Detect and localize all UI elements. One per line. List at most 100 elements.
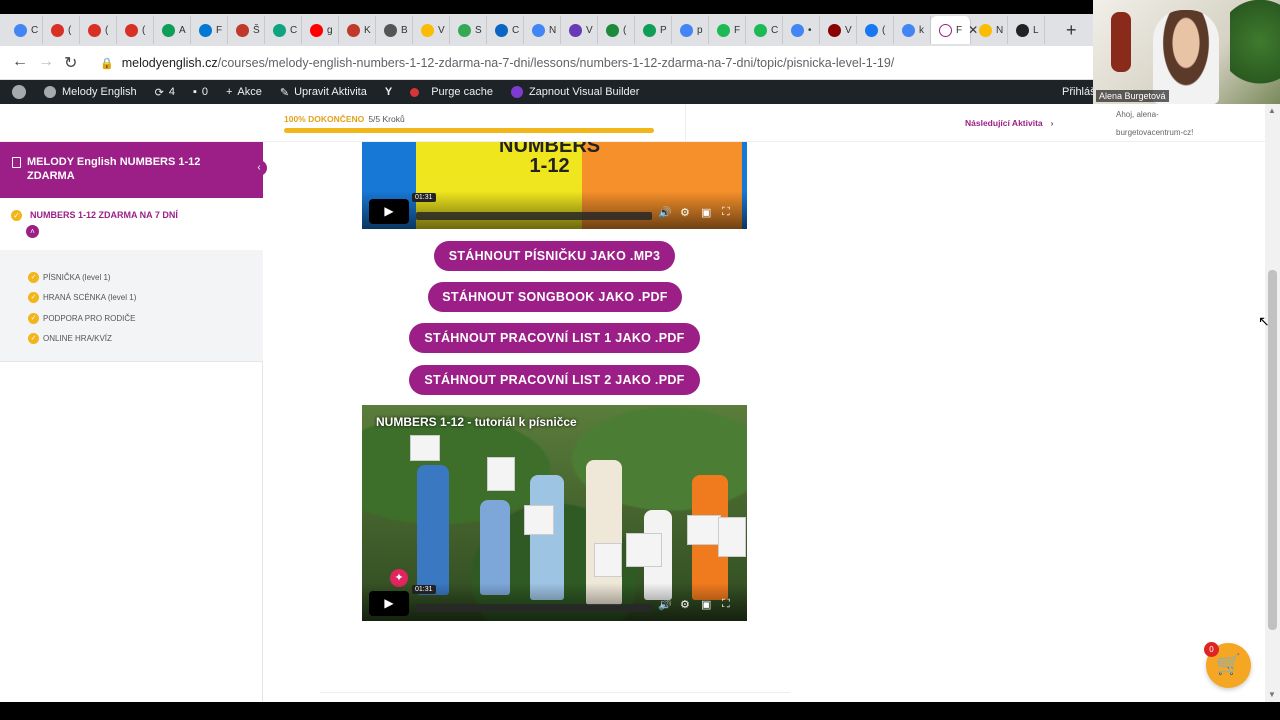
url-path: /courses/melody-english-numbers-1-12-zda… xyxy=(217,56,895,70)
volume-icon[interactable]: 🔊 xyxy=(658,206,672,219)
download-songbook-button[interactable]: STÁHNOUT SONGBOOK JAKO .PDF xyxy=(428,282,682,312)
progress-status: 100% DOKONČENO 5/5 Kroků xyxy=(284,114,405,124)
tab-favicon-icon xyxy=(680,23,693,37)
browser-tab[interactable]: ( xyxy=(117,16,154,44)
video-controls: 01:31 ▶ 🔊 ⚙ ▣ ⛶ xyxy=(362,583,747,621)
pip-icon[interactable]: ▣ xyxy=(701,598,711,611)
next-activity-link[interactable]: Následující Aktivita › xyxy=(965,118,1053,128)
tab-label: ( xyxy=(882,24,886,36)
site-name-link[interactable]: Melody English xyxy=(44,86,137,98)
browser-tab[interactable]: V xyxy=(413,16,450,44)
play-button[interactable]: ▶ xyxy=(369,591,409,616)
seek-bar[interactable] xyxy=(416,212,652,220)
browser-tab[interactable]: L xyxy=(1008,16,1045,44)
browser-tab[interactable]: • xyxy=(783,16,820,44)
song-video-player[interactable]: NUMBERS 1-12 01:31 ▶ 🔊 ⚙ ▣ ⛶ xyxy=(362,142,747,229)
browser-tab[interactable]: F xyxy=(709,16,746,44)
browser-tab[interactable]: A xyxy=(154,16,191,44)
browser-tab[interactable]: C xyxy=(487,16,524,44)
number-card xyxy=(687,515,721,545)
course-title-link[interactable]: MELODY English NUMBERS 1-12 ZDARMA xyxy=(0,142,263,198)
progress-label: 100% DOKONČENO xyxy=(284,114,365,124)
browser-tab[interactable]: Š xyxy=(228,16,265,44)
tab-label: F xyxy=(734,24,741,36)
settings-icon[interactable]: ⚙ xyxy=(680,206,690,219)
tab-label: C xyxy=(512,24,520,36)
tutorial-video-player[interactable]: NUMBERS 1-12 - tutoriál k písničce ✦ 01:… xyxy=(362,405,747,621)
download-worksheet-1-button[interactable]: STÁHNOUT PRACOVNÍ LIST 1 JAKO .PDF xyxy=(409,323,700,353)
edit-activity-link[interactable]: ✎ Upravit Aktivita xyxy=(280,86,367,99)
purge-cache-link[interactable]: Purge cache xyxy=(410,86,493,98)
new-tab-button[interactable]: + xyxy=(1066,20,1077,41)
number-card xyxy=(410,435,440,461)
browser-tab[interactable]: N xyxy=(524,16,561,44)
number-card xyxy=(718,517,746,557)
play-button[interactable]: ▶ xyxy=(369,199,409,224)
cart-icon: 🛒 xyxy=(1216,654,1241,676)
webcam-overlay: Alena Burgetová xyxy=(1093,0,1280,104)
browser-tab[interactable]: F ✕ xyxy=(931,16,978,44)
pencil-icon: ✎ xyxy=(279,86,290,99)
browser-tab[interactable]: ( xyxy=(80,16,117,44)
tab-favicon-icon xyxy=(495,23,508,37)
wordpress-logo-icon[interactable] xyxy=(12,85,26,99)
fullscreen-icon[interactable]: ⛶ xyxy=(722,598,730,611)
browser-tab[interactable]: C xyxy=(746,16,783,44)
yoast-icon[interactable]: Y xyxy=(385,86,392,98)
forward-icon[interactable]: → xyxy=(38,53,54,71)
tab-label: p xyxy=(697,24,703,36)
topic-item[interactable]: ✓ PÍSNIČKA (level 1) xyxy=(0,267,263,288)
scroll-down-icon[interactable]: ▼ xyxy=(1268,690,1276,699)
browser-tab[interactable]: N xyxy=(971,16,1008,44)
browser-tab[interactable]: C xyxy=(6,16,43,44)
browser-tab[interactable]: P xyxy=(635,16,672,44)
topic-item[interactable]: ✓ PODPORA PRO RODIČE xyxy=(0,308,263,329)
browser-tab[interactable]: ( xyxy=(598,16,635,44)
progress-bar xyxy=(284,128,654,133)
topic-label: PODPORA PRO RODIČE xyxy=(43,313,136,323)
check-icon: ✓ xyxy=(11,210,22,221)
tab-favicon-icon xyxy=(643,23,656,37)
browser-tab[interactable]: K xyxy=(339,16,376,44)
child-figure xyxy=(417,465,449,595)
seek-bar[interactable] xyxy=(416,604,652,612)
volume-icon[interactable]: 🔊 xyxy=(658,598,672,611)
lesson-title: NUMBERS 1-12 ZDARMA NA 7 DNÍ xyxy=(30,210,178,220)
topic-item[interactable]: ✓ ONLINE HRA/KVÍZ xyxy=(0,329,263,350)
browser-tab[interactable]: V xyxy=(820,16,857,44)
fullscreen-icon[interactable]: ⛶ xyxy=(722,206,730,219)
reload-icon[interactable]: ↻ xyxy=(64,53,77,73)
lesson-expand-button[interactable]: ˄ xyxy=(26,225,39,238)
url-field[interactable]: 🔒 melodyenglish.cz/courses/melody-englis… xyxy=(100,53,894,73)
tab-favicon-icon xyxy=(51,23,64,37)
tab-favicon-icon xyxy=(569,23,582,37)
browser-tab[interactable]: k xyxy=(894,16,931,44)
updates-link[interactable]: ⟳ 4 xyxy=(155,86,175,99)
browser-tab[interactable]: V xyxy=(561,16,598,44)
comments-link[interactable]: ▪ 0 xyxy=(193,86,208,98)
account-link[interactable]: Přihláš xyxy=(1062,86,1096,98)
sidebar-collapse-button[interactable]: ‹ xyxy=(251,160,267,176)
browser-tab[interactable]: g xyxy=(302,16,339,44)
browser-tab[interactable]: ( xyxy=(857,16,894,44)
wp-admin-bar: Melody English ⟳ 4 ▪ 0 + Akce ✎ Upravit Akti… xyxy=(0,80,1280,104)
topic-item[interactable]: ✓ HRANÁ SCÉNKA (level 1) xyxy=(0,288,263,309)
visual-builder-link[interactable]: Zapnout Visual Builder xyxy=(510,86,639,98)
video-controls: 01:31 ▶ 🔊 ⚙ ▣ ⛶ xyxy=(362,191,747,229)
browser-tab[interactable]: S xyxy=(450,16,487,44)
browser-tab[interactable]: F xyxy=(191,16,228,44)
browser-tab[interactable]: p xyxy=(672,16,709,44)
lesson-item[interactable]: ✓ NUMBERS 1-12 ZDARMA NA 7 DNÍ xyxy=(0,198,263,250)
back-icon[interactable]: ← xyxy=(12,53,28,71)
scroll-up-icon[interactable]: ▲ xyxy=(1268,106,1276,115)
download-mp3-button[interactable]: STÁHNOUT PÍSNIČKU JAKO .MP3 xyxy=(434,241,675,271)
new-content-link[interactable]: + Akce xyxy=(226,86,262,98)
settings-icon[interactable]: ⚙ xyxy=(680,598,690,611)
browser-tab[interactable]: B xyxy=(376,16,413,44)
download-worksheet-2-button[interactable]: STÁHNOUT PRACOVNÍ LIST 2 JAKO .PDF xyxy=(409,365,700,395)
plant-image xyxy=(1230,0,1280,104)
pip-icon[interactable]: ▣ xyxy=(701,206,711,219)
browser-tab[interactable]: C xyxy=(265,16,302,44)
tab-label: F xyxy=(216,24,223,36)
browser-tab[interactable]: ( xyxy=(43,16,80,44)
